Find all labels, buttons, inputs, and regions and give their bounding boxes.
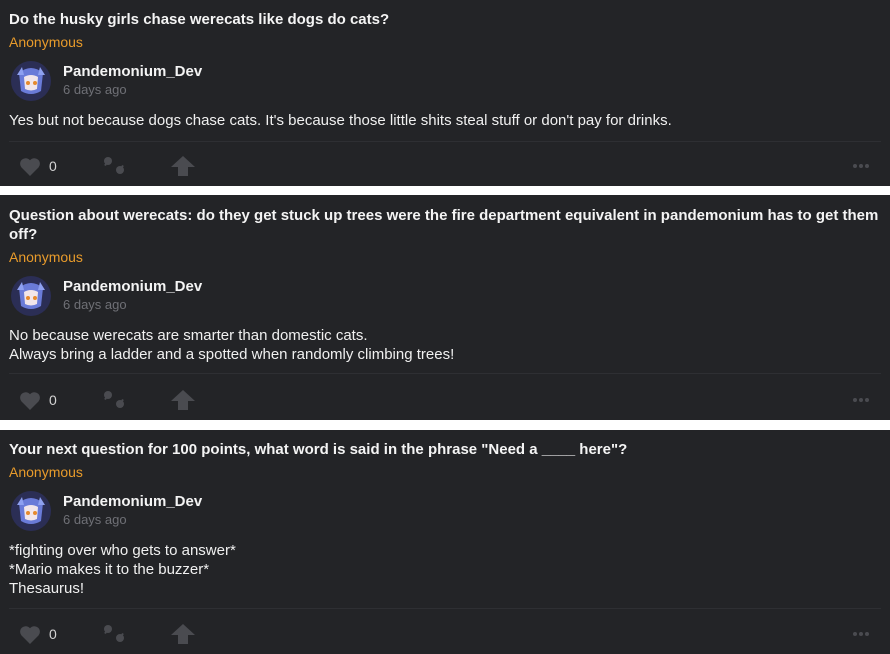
asker-name[interactable]: Anonymous <box>9 464 83 481</box>
answer-card: Your next question for 100 points, what … <box>0 430 890 654</box>
arrow-up-icon <box>171 156 195 176</box>
answer-text: Yes but not because dogs chase cats. It'… <box>9 111 880 130</box>
answer-card: Do the husky girls chase werecats like d… <box>0 0 890 186</box>
answer-feed: Do the husky girls chase werecats like d… <box>0 0 890 654</box>
answer-line: Yes but not because dogs chase cats. It'… <box>9 112 672 129</box>
timestamp: 6 days ago <box>63 82 127 97</box>
answer-text: No because werecats are smarter than dom… <box>9 326 880 364</box>
action-bar: 0 <box>0 618 890 650</box>
author-name[interactable]: Pandemonium_Dev <box>63 278 202 296</box>
arrow-up-icon <box>171 390 195 410</box>
quote-icon <box>104 391 124 408</box>
divider <box>9 141 881 142</box>
answer-card: Question about werecats: do they get stu… <box>0 195 890 420</box>
more-dots-icon <box>853 164 869 168</box>
quote-icon <box>104 157 124 174</box>
arrow-up-icon <box>171 624 195 644</box>
divider <box>9 373 881 374</box>
more-options-button[interactable] <box>852 384 870 416</box>
avatar[interactable] <box>11 491 51 531</box>
more-dots-icon <box>853 398 869 402</box>
more-options-button[interactable] <box>852 150 870 182</box>
heart-icon <box>20 625 40 644</box>
answer-line: No because werecats are smarter than dom… <box>9 327 368 344</box>
like-count: 0 <box>49 158 57 174</box>
avatar[interactable] <box>11 61 51 101</box>
answer-line: *fighting over who gets to answer* <box>9 542 236 559</box>
question-text: Question about werecats: do they get stu… <box>9 207 879 243</box>
asker-name[interactable]: Anonymous <box>9 34 83 51</box>
like-button[interactable]: 0 <box>19 618 57 650</box>
share-button[interactable] <box>102 384 126 416</box>
divider <box>9 608 881 609</box>
avatar[interactable] <box>11 276 51 316</box>
upvote-button[interactable] <box>171 384 195 416</box>
answer-text: *fighting over who gets to answer* *Mari… <box>9 541 880 598</box>
question-text: Do the husky girls chase werecats like d… <box>9 11 390 28</box>
action-bar: 0 <box>0 384 890 416</box>
author-name[interactable]: Pandemonium_Dev <box>63 493 202 511</box>
share-button[interactable] <box>102 150 126 182</box>
author-name[interactable]: Pandemonium_Dev <box>63 63 202 81</box>
more-dots-icon <box>853 632 869 636</box>
like-button[interactable]: 0 <box>19 150 57 182</box>
answer-line: *Mario makes it to the buzzer* <box>9 561 210 578</box>
like-count: 0 <box>49 392 57 408</box>
like-button[interactable]: 0 <box>19 384 57 416</box>
answer-line: Thesaurus! <box>9 580 85 597</box>
more-options-button[interactable] <box>852 618 870 650</box>
question-text: Your next question for 100 points, what … <box>9 441 628 458</box>
heart-icon <box>20 391 40 410</box>
timestamp: 6 days ago <box>63 512 127 527</box>
upvote-button[interactable] <box>171 618 195 650</box>
upvote-button[interactable] <box>171 150 195 182</box>
share-button[interactable] <box>102 618 126 650</box>
asker-name[interactable]: Anonymous <box>9 249 83 266</box>
action-bar: 0 <box>0 150 890 182</box>
answer-line: Always bring a ladder and a spotted when… <box>9 346 455 363</box>
timestamp: 6 days ago <box>63 297 127 312</box>
heart-icon <box>20 157 40 176</box>
like-count: 0 <box>49 626 57 642</box>
quote-icon <box>104 625 124 642</box>
